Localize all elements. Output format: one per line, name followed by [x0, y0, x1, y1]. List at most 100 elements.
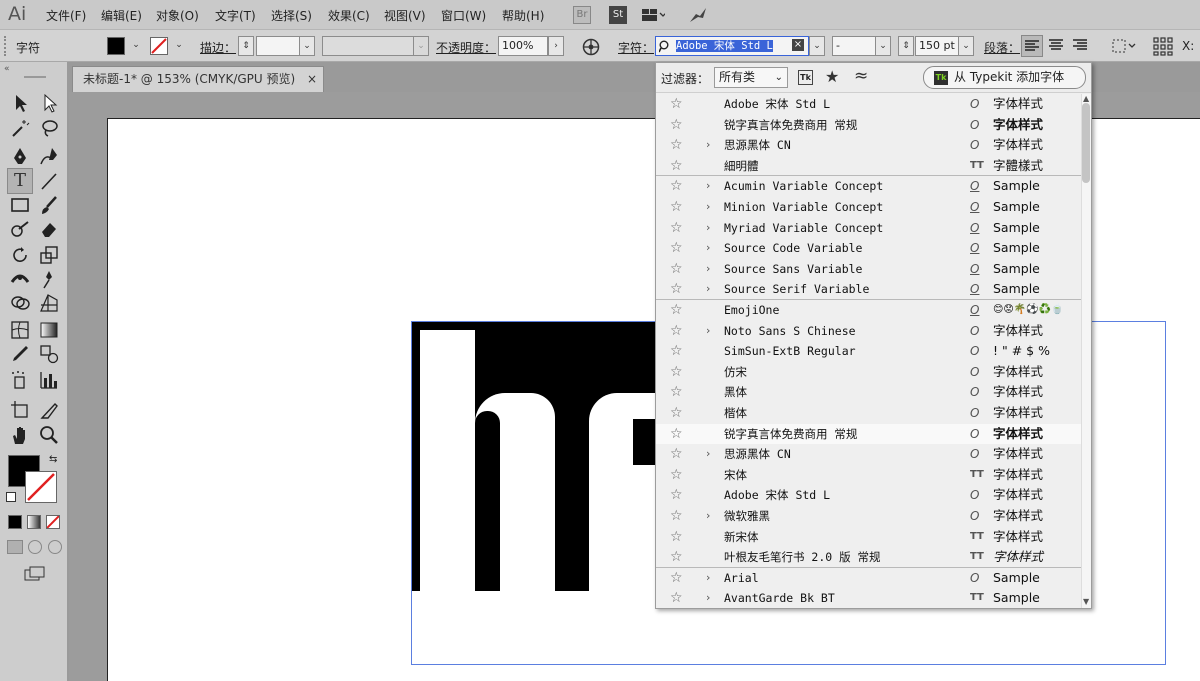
close-tab-icon[interactable]: × — [307, 67, 317, 91]
font-list-item[interactable]: ☆ › Source Sans Variable O Sample — [656, 259, 1081, 280]
favorite-star-icon[interactable]: ☆ — [670, 485, 683, 505]
favorite-star-icon[interactable]: ☆ — [670, 362, 683, 382]
scrollbar-thumb[interactable] — [1082, 103, 1090, 183]
recolor-artwork-icon[interactable] — [582, 38, 600, 56]
font-list-item[interactable]: ☆ › Myriad Variable Concept O Sample — [656, 218, 1081, 239]
favorite-star-icon[interactable]: ☆ — [670, 506, 683, 526]
gpu-performance-icon[interactable] — [688, 6, 708, 24]
gradient-tool-icon[interactable] — [38, 319, 60, 341]
expand-family-icon[interactable]: › — [706, 135, 710, 155]
menu-select[interactable]: 选择(S) — [271, 7, 312, 24]
rotate-tool-icon[interactable] — [9, 244, 31, 266]
favorite-star-icon[interactable]: ☆ — [670, 382, 683, 402]
none-mode-icon[interactable] — [46, 515, 60, 529]
font-list-item[interactable]: ☆ › Source Serif Variable O Sample — [656, 279, 1081, 300]
align-right-icon[interactable] — [1070, 35, 1092, 57]
font-family-dropdown[interactable]: ⌄ — [809, 36, 825, 56]
font-list-item[interactable]: ☆ › AvantGarde Bk BT TT Sample — [656, 588, 1081, 608]
selection-tool-icon[interactable] — [9, 92, 31, 114]
stroke-weight-stepper[interactable]: ⇕ — [238, 36, 254, 56]
favorite-star-icon[interactable]: ☆ — [670, 300, 683, 320]
align-objects-icon[interactable] — [1111, 36, 1137, 56]
stroke-color-icon[interactable] — [25, 471, 57, 503]
lasso-tool-icon[interactable] — [38, 117, 60, 139]
menu-window[interactable]: 窗口(W) — [441, 7, 486, 24]
font-list-item[interactable]: ☆ EmojiOne O 😊😟🌴⚽♻️🍵 — [656, 300, 1081, 321]
default-fill-stroke-icon[interactable] — [6, 492, 16, 502]
paragraph-label[interactable]: 段落： — [984, 39, 1020, 56]
favorite-star-icon[interactable]: ☆ — [670, 321, 683, 341]
swap-fill-stroke-icon[interactable]: ⇆ — [49, 454, 57, 465]
stroke-label[interactable]: 描边： — [200, 39, 236, 56]
menu-effect[interactable]: 效果(C) — [328, 7, 370, 24]
font-list-item[interactable]: ☆ › Acumin Variable Concept O Sample — [656, 176, 1081, 197]
shaper-tool-icon[interactable] — [9, 218, 31, 240]
expand-family-icon[interactable]: › — [706, 197, 710, 217]
expand-family-icon[interactable]: › — [706, 568, 710, 588]
stroke-dropdown[interactable]: ⌄ — [171, 36, 187, 56]
change-screen-mode-icon[interactable] — [24, 566, 46, 582]
font-list-item[interactable]: ☆ 細明體 TT 字體樣式 — [656, 156, 1081, 177]
width-tool-icon[interactable] — [9, 268, 31, 290]
favorite-star-icon[interactable]: ☆ — [670, 444, 683, 464]
document-tab[interactable]: 未标题-1* @ 153% (CMYK/GPU 预览) × — [72, 66, 324, 92]
color-mode-icon[interactable] — [8, 515, 22, 529]
font-list-item[interactable]: ☆ 锐字真言体免费商用 常规 O 字体样式 — [656, 423, 1081, 445]
stroke-weight-dropdown[interactable]: ⌄ — [299, 36, 315, 56]
menu-object[interactable]: 对象(O) — [156, 7, 199, 24]
opacity-arrow[interactable]: › — [548, 36, 564, 56]
clear-search-icon[interactable]: × — [792, 39, 804, 51]
artboard-tool-icon[interactable] — [9, 399, 31, 421]
favorites-filter-icon[interactable]: ★ — [825, 67, 839, 86]
expand-family-icon[interactable]: › — [706, 444, 710, 464]
favorite-star-icon[interactable]: ☆ — [670, 568, 683, 588]
draw-normal-icon[interactable] — [7, 540, 23, 554]
font-list-item[interactable]: ☆ › 思源黑体 CN O 字体样式 — [656, 135, 1081, 156]
opacity-field[interactable]: 100% — [498, 36, 548, 56]
pen-tool-icon[interactable] — [9, 145, 31, 167]
rectangle-tool-icon[interactable] — [9, 194, 31, 216]
add-fonts-from-typekit-button[interactable]: Tk 从 Typekit 添加字体 — [923, 66, 1086, 89]
mesh-tool-icon[interactable] — [9, 319, 31, 341]
favorite-star-icon[interactable]: ☆ — [670, 135, 683, 155]
font-list-item[interactable]: ☆ › Noto Sans S Chinese O 字体样式 — [656, 321, 1081, 342]
favorite-star-icon[interactable]: ☆ — [670, 238, 683, 258]
font-size-dropdown[interactable]: ⌄ — [958, 36, 974, 56]
font-list-item[interactable]: ☆ 宋体 TT 字体样式 — [656, 465, 1081, 486]
magic-wand-tool-icon[interactable] — [9, 117, 31, 139]
favorite-star-icon[interactable]: ☆ — [670, 156, 683, 176]
column-graph-tool-icon[interactable] — [38, 369, 60, 391]
fill-dropdown[interactable]: ⌄ — [128, 36, 144, 56]
favorite-star-icon[interactable]: ☆ — [670, 547, 683, 567]
similar-fonts-icon[interactable]: ≈ — [854, 66, 868, 86]
blend-tool-icon[interactable] — [38, 343, 60, 365]
favorite-star-icon[interactable]: ☆ — [670, 465, 683, 485]
expand-family-icon[interactable]: › — [706, 588, 710, 608]
typekit-filter-icon[interactable]: Tk — [798, 70, 813, 85]
eyedropper-tool-icon[interactable] — [9, 343, 31, 365]
stroke-swatch[interactable] — [150, 37, 168, 55]
symbol-sprayer-tool-icon[interactable] — [9, 369, 31, 391]
fill-swatch[interactable] — [107, 37, 125, 55]
font-list-item[interactable]: ☆ 叶根友毛笔行书 2.0 版 常规 TT 字体样式 — [656, 547, 1081, 568]
transform-grid-icon[interactable] — [1152, 36, 1174, 56]
expand-family-icon[interactable]: › — [706, 176, 710, 196]
font-style-dropdown[interactable]: ⌄ — [875, 36, 891, 56]
menu-view[interactable]: 视图(V) — [384, 7, 426, 24]
opacity-label[interactable]: 不透明度： — [436, 39, 496, 56]
favorite-star-icon[interactable]: ☆ — [670, 588, 683, 608]
draw-inside-icon[interactable] — [48, 540, 62, 554]
puppet-warp-tool-icon[interactable] — [38, 268, 60, 290]
favorite-star-icon[interactable]: ☆ — [670, 527, 683, 547]
type-tool-icon[interactable]: T — [7, 168, 33, 194]
expand-family-icon[interactable]: › — [706, 218, 710, 238]
font-size-stepper[interactable]: ⇕ — [898, 36, 914, 56]
font-list-item[interactable]: ☆ › 微软雅黑 O 字体样式 — [656, 506, 1081, 527]
menu-help[interactable]: 帮助(H) — [502, 7, 544, 24]
expand-family-icon[interactable]: › — [706, 321, 710, 341]
font-style-field[interactable]: - — [832, 36, 876, 56]
font-list-item[interactable]: ☆ › Arial O Sample — [656, 568, 1081, 589]
favorite-star-icon[interactable]: ☆ — [670, 176, 683, 196]
expand-family-icon[interactable]: › — [706, 506, 710, 526]
favorite-star-icon[interactable]: ☆ — [670, 403, 683, 423]
